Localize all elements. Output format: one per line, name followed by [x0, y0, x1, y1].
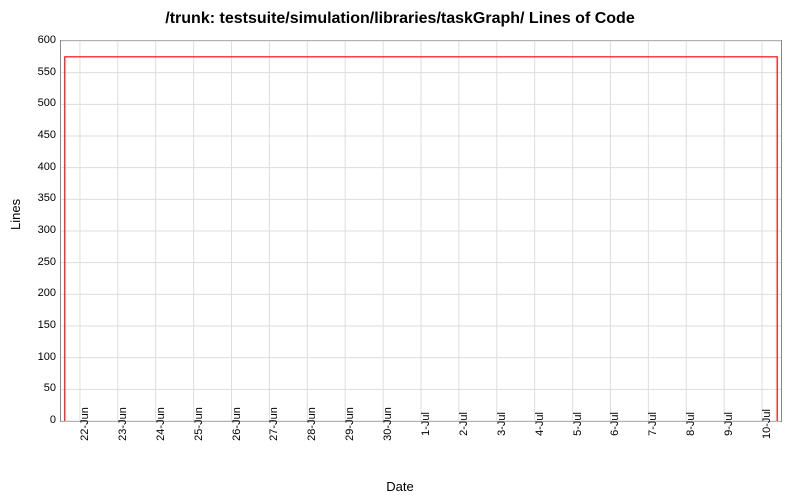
- y-tick: 150: [16, 319, 56, 331]
- x-tick: 3-Jul: [496, 412, 508, 436]
- chart-svg: [61, 41, 781, 421]
- x-tick: 6-Jul: [609, 412, 621, 436]
- x-tick: 2-Jul: [458, 412, 470, 436]
- y-tick: 400: [16, 161, 56, 173]
- x-tick: 30-Jun: [382, 407, 394, 441]
- x-tick: 10-Jul: [761, 409, 773, 439]
- x-tick: 25-Jun: [193, 407, 205, 441]
- x-tick: 23-Jun: [117, 407, 129, 441]
- x-tick: 8-Jul: [685, 412, 697, 436]
- x-tick: 29-Jun: [344, 407, 356, 441]
- y-tick: 100: [16, 351, 56, 363]
- y-tick: 50: [16, 382, 56, 394]
- grid-group: [61, 41, 781, 421]
- y-tick: 500: [16, 97, 56, 109]
- x-tick: 22-Jun: [79, 407, 91, 441]
- y-tick: 200: [16, 287, 56, 299]
- plot-area: [60, 40, 782, 422]
- y-axis-label: Lines: [8, 199, 23, 230]
- x-tick: 28-Jun: [306, 407, 318, 441]
- chart-title: /trunk: testsuite/simulation/libraries/t…: [0, 0, 800, 28]
- x-tick: 9-Jul: [723, 412, 735, 436]
- y-tick: 600: [16, 34, 56, 46]
- x-tick: 4-Jul: [534, 412, 546, 436]
- y-tick: 450: [16, 129, 56, 141]
- x-tick: 1-Jul: [420, 412, 432, 436]
- y-tick: 0: [16, 414, 56, 426]
- x-tick: 27-Jun: [268, 407, 280, 441]
- x-tick: 5-Jul: [572, 412, 584, 436]
- y-tick: 250: [16, 256, 56, 268]
- x-axis-label: Date: [386, 479, 413, 494]
- x-tick: 26-Jun: [231, 407, 243, 441]
- chart-container: /trunk: testsuite/simulation/libraries/t…: [0, 0, 800, 500]
- x-tick: 24-Jun: [155, 407, 167, 441]
- x-tick: 7-Jul: [647, 412, 659, 436]
- y-tick: 550: [16, 66, 56, 78]
